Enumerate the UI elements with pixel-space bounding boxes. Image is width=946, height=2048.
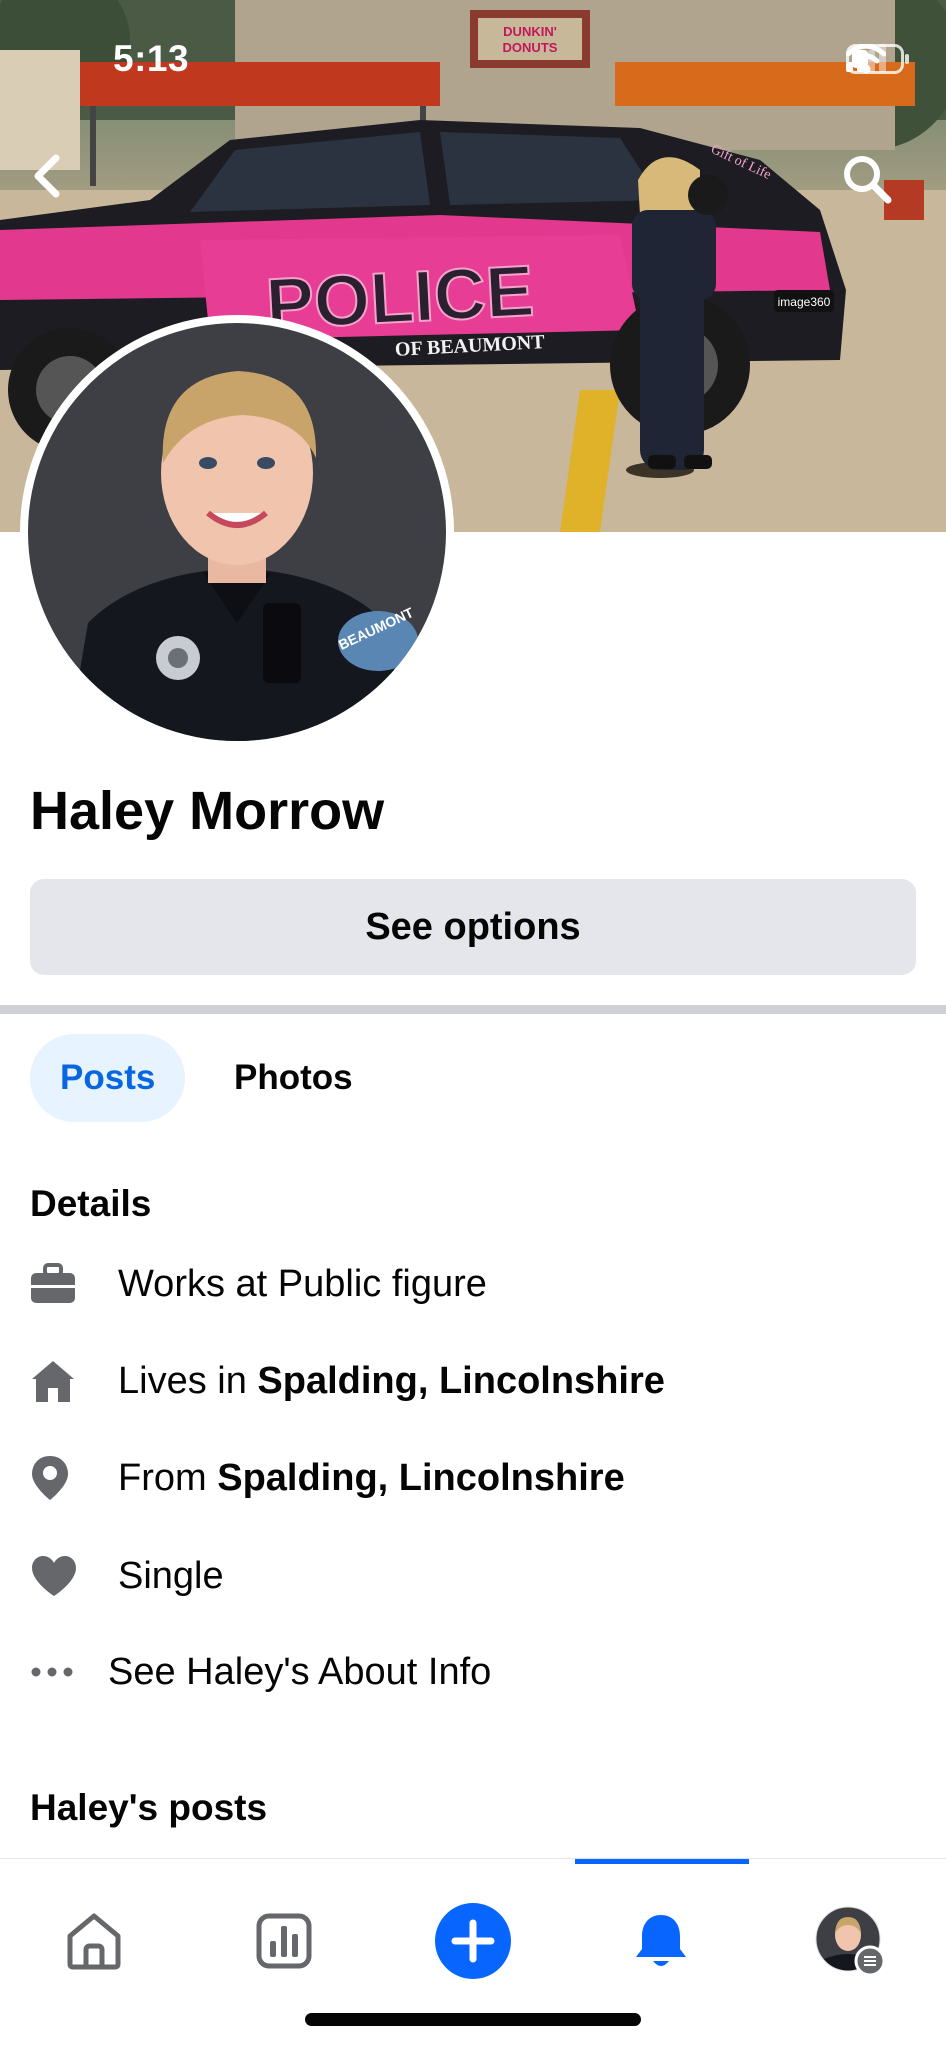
- home-icon: [30, 1351, 96, 1411]
- nav-create[interactable]: [423, 1891, 523, 1991]
- nav-home[interactable]: [44, 1891, 144, 1991]
- active-tab-indicator: [575, 1859, 749, 1864]
- profile-avatar[interactable]: BEAUMONT: [20, 315, 454, 749]
- profile-avatar-image: BEAUMONT: [28, 323, 446, 741]
- home-indicator[interactable]: [305, 2013, 641, 2026]
- posts-heading: Haley's posts: [30, 1787, 268, 1828]
- tab-posts[interactable]: Posts: [30, 1034, 186, 1122]
- see-about-info-link[interactable]: See Haley's About Info: [30, 1642, 491, 1702]
- details-heading: Details: [30, 1183, 152, 1224]
- detail-lives-prefix: Lives in: [118, 1359, 258, 1402]
- see-about-info-text: See Haley's About Info: [108, 1650, 492, 1693]
- nav-notifications[interactable]: [611, 1891, 711, 1991]
- section-divider: [0, 1005, 946, 1014]
- detail-lives-text: Lives in Spalding, Lincolnshire: [118, 1360, 665, 1403]
- storefront-sign-line1: DUNKIN': [503, 24, 557, 39]
- bottom-navigation: [0, 1858, 946, 2048]
- search-icon: [844, 156, 892, 204]
- profile-name: Haley Morrow: [30, 781, 385, 841]
- detail-from-text: From Spalding, Lincolnshire: [118, 1457, 625, 1500]
- home-outline-icon: [67, 1913, 121, 1970]
- plus-icon: [435, 1903, 511, 1979]
- avatar-icon: [815, 1906, 886, 1977]
- detail-work: Works at Public figure: [30, 1254, 487, 1314]
- back-button[interactable]: [30, 152, 86, 208]
- profile-page: DUNKIN' DONUTS POLICE OF BEAUMONT Gift o…: [0, 0, 946, 2048]
- briefcase-icon: [30, 1254, 96, 1314]
- more-dots-icon: [30, 1642, 96, 1702]
- location-pin-icon: [30, 1448, 96, 1508]
- detail-lives-place[interactable]: Spalding, Lincolnshire: [257, 1360, 664, 1402]
- nav-insights[interactable]: [234, 1891, 334, 1991]
- vehicle-badge-text: image360: [778, 295, 831, 309]
- detail-from: From Spalding, Lincolnshire: [30, 1448, 625, 1508]
- heart-icon: [30, 1546, 96, 1606]
- status-time: 5:13: [113, 38, 190, 79]
- bar-chart-icon: [256, 1913, 312, 1969]
- search-button[interactable]: [840, 152, 896, 208]
- detail-from-place[interactable]: Spalding, Lincolnshire: [217, 1457, 624, 1499]
- storefront-sign-line2: DONUTS: [503, 40, 558, 55]
- tab-photos[interactable]: Photos: [204, 1034, 383, 1122]
- detail-from-prefix: From: [118, 1456, 218, 1499]
- detail-relationship: Single: [30, 1546, 224, 1606]
- detail-work-text: Works at Public figure: [118, 1262, 487, 1305]
- bell-icon: [636, 1915, 686, 1966]
- detail-lives: Lives in Spalding, Lincolnshire: [30, 1351, 665, 1411]
- back-chevron-icon: [34, 154, 60, 198]
- detail-relationship-text: Single: [118, 1554, 224, 1597]
- nav-profile[interactable]: [800, 1891, 900, 1991]
- see-options-button[interactable]: See options: [30, 879, 916, 975]
